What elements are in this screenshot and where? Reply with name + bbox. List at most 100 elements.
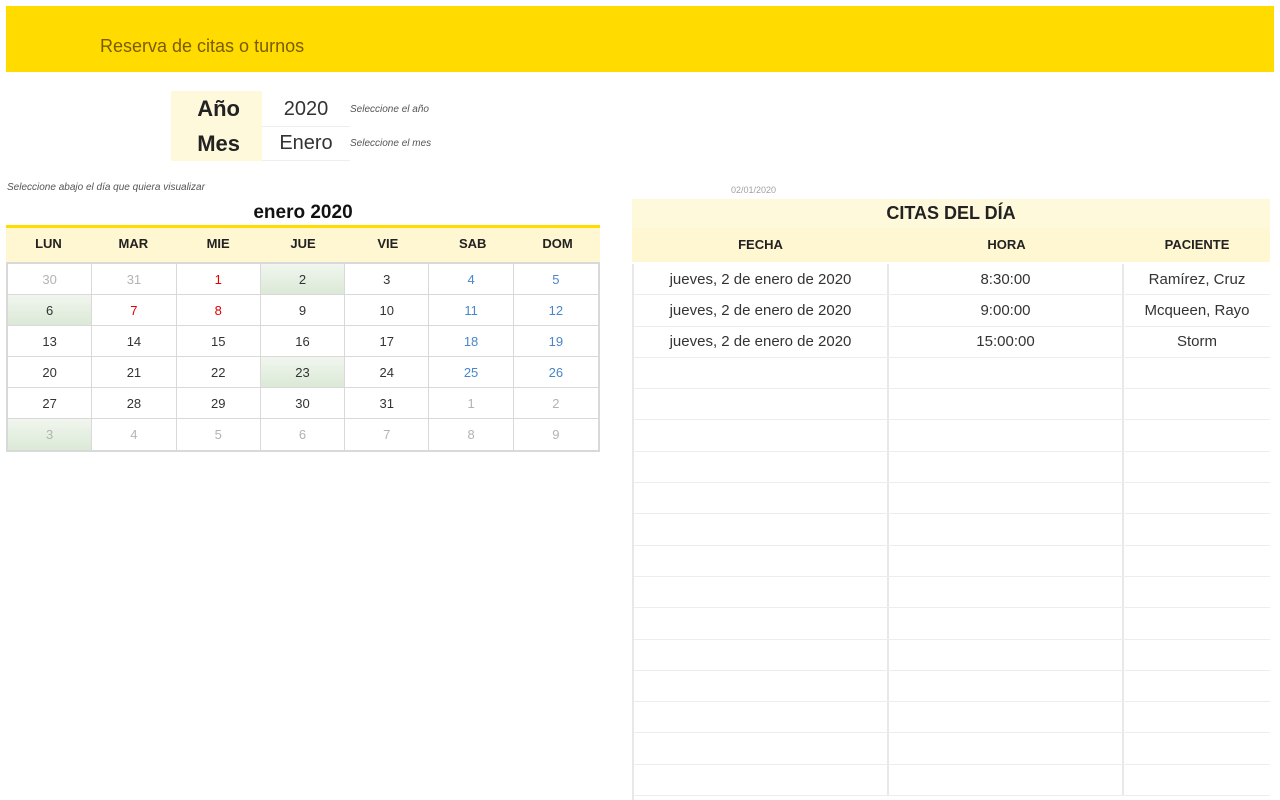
cell-paciente[interactable]	[1124, 765, 1270, 795]
cell-fecha[interactable]: jueves, 2 de enero de 2020	[634, 264, 889, 295]
cell-hora[interactable]	[889, 357, 1124, 389]
calendar-day[interactable]: 7	[92, 295, 177, 326]
cell-fecha[interactable]	[634, 483, 889, 514]
cell-paciente[interactable]	[1124, 452, 1270, 482]
calendar-day[interactable]: 7	[345, 419, 430, 450]
calendar-day[interactable]: 24	[345, 357, 430, 388]
calendar-day[interactable]: 2	[260, 264, 346, 295]
cell-paciente[interactable]	[1124, 546, 1270, 576]
cell-hora[interactable]	[889, 483, 1124, 514]
cell-paciente[interactable]	[1124, 608, 1270, 638]
cell-paciente[interactable]	[1124, 483, 1270, 513]
table-row	[634, 576, 1270, 609]
calendar-day[interactable]: 6	[8, 295, 93, 326]
cell-fecha[interactable]	[634, 733, 889, 764]
cell-hora[interactable]: 9:00:00	[889, 295, 1124, 326]
calendar-day[interactable]: 28	[92, 388, 177, 419]
calendar-day[interactable]: 30	[260, 388, 346, 419]
calendar-day[interactable]: 8	[429, 419, 514, 450]
cell-hora[interactable]	[889, 702, 1124, 733]
calendar-day[interactable]: 9	[260, 295, 346, 326]
cell-paciente[interactable]	[1124, 733, 1270, 763]
calendar-day[interactable]: 30	[8, 264, 93, 295]
cell-fecha[interactable]	[634, 420, 889, 451]
calendar-day[interactable]: 31	[345, 388, 430, 419]
calendar-day[interactable]: 8	[176, 295, 261, 326]
cell-hora[interactable]	[889, 451, 1124, 483]
cell-fecha[interactable]	[634, 576, 889, 608]
cell-fecha[interactable]	[634, 670, 889, 702]
calendar-day[interactable]: 27	[8, 388, 93, 419]
cell-fecha[interactable]	[634, 608, 889, 639]
calendar-day[interactable]: 10	[345, 295, 430, 326]
calendar-day[interactable]: 20	[8, 357, 93, 388]
calendar-day[interactable]: 25	[429, 357, 514, 388]
calendar-day[interactable]: 29	[176, 388, 261, 419]
cell-fecha[interactable]	[634, 764, 889, 796]
cell-paciente[interactable]	[1124, 514, 1270, 544]
calendar-day[interactable]: 13	[8, 326, 93, 357]
calendar-day[interactable]: 1	[429, 388, 514, 419]
cell-paciente[interactable]	[1124, 420, 1270, 450]
calendar-day[interactable]: 11	[429, 295, 514, 326]
calendar-day[interactable]: 3	[8, 419, 93, 450]
calendar-day[interactable]: 1	[176, 264, 261, 295]
cell-hora[interactable]	[889, 670, 1124, 702]
cell-paciente[interactable]	[1124, 640, 1270, 670]
cell-hora[interactable]	[889, 420, 1124, 451]
cell-paciente[interactable]: Storm	[1124, 327, 1270, 357]
calendar-day[interactable]: 31	[92, 264, 177, 295]
cell-hora[interactable]	[889, 576, 1124, 608]
calendar-day[interactable]: 12	[513, 295, 598, 326]
cell-hora[interactable]	[889, 764, 1124, 796]
cell-fecha[interactable]	[634, 702, 889, 733]
cell-hora[interactable]	[889, 608, 1124, 639]
calendar-day[interactable]: 4	[429, 264, 514, 295]
calendar-day[interactable]: 23	[260, 357, 346, 388]
cell-hora[interactable]: 8:30:00	[889, 264, 1124, 295]
table-row	[634, 514, 1270, 546]
calendar-day[interactable]: 9	[514, 419, 598, 450]
cell-fecha[interactable]	[634, 639, 889, 670]
calendar-day[interactable]: 17	[345, 326, 430, 357]
cell-fecha[interactable]	[634, 514, 889, 545]
month-select[interactable]: Enero	[262, 127, 350, 161]
year-hint: Seleccione el año	[350, 104, 429, 115]
cell-hora[interactable]	[889, 639, 1124, 670]
cell-fecha[interactable]: jueves, 2 de enero de 2020	[634, 326, 889, 357]
table-row	[634, 733, 1270, 765]
cell-fecha[interactable]: jueves, 2 de enero de 2020	[634, 295, 889, 326]
year-select[interactable]: 2020	[262, 93, 350, 127]
cell-fecha[interactable]	[634, 389, 889, 420]
calendar-day[interactable]: 14	[92, 326, 177, 357]
calendar-day[interactable]: 4	[92, 419, 177, 450]
calendar-day[interactable]: 19	[513, 326, 598, 357]
cell-fecha[interactable]	[634, 357, 889, 389]
cell-hora[interactable]: 15:00:00	[889, 326, 1124, 357]
calendar-day[interactable]: 3	[345, 264, 430, 295]
cell-hora[interactable]	[889, 389, 1124, 420]
cell-paciente[interactable]	[1124, 389, 1270, 419]
calendar-day[interactable]: 22	[176, 357, 261, 388]
calendar-day[interactable]: 15	[176, 326, 261, 357]
cell-paciente[interactable]	[1124, 702, 1270, 732]
calendar-day[interactable]: 2	[513, 388, 598, 419]
calendar-weekday-header: LUN MAR MIE JUE VIE SAB DOM	[6, 225, 600, 262]
cell-hora[interactable]	[889, 514, 1124, 545]
calendar-day[interactable]: 21	[92, 357, 177, 388]
cell-paciente[interactable]: Mcqueen, Rayo	[1124, 295, 1270, 325]
cell-hora[interactable]	[889, 733, 1124, 764]
calendar-day[interactable]: 26	[513, 357, 598, 388]
cell-hora[interactable]	[889, 545, 1124, 576]
calendar-day[interactable]: 16	[260, 326, 346, 357]
calendar-day[interactable]: 6	[261, 419, 346, 450]
calendar-day[interactable]: 18	[429, 326, 514, 357]
calendar-day[interactable]: 5	[513, 264, 598, 295]
cell-paciente[interactable]	[1124, 358, 1270, 388]
cell-paciente[interactable]: Ramírez, Cruz	[1124, 264, 1270, 294]
cell-fecha[interactable]	[634, 545, 889, 576]
cell-paciente[interactable]	[1124, 577, 1270, 607]
calendar-day[interactable]: 5	[177, 419, 261, 450]
cell-fecha[interactable]	[634, 451, 889, 483]
cell-paciente[interactable]	[1124, 671, 1270, 701]
